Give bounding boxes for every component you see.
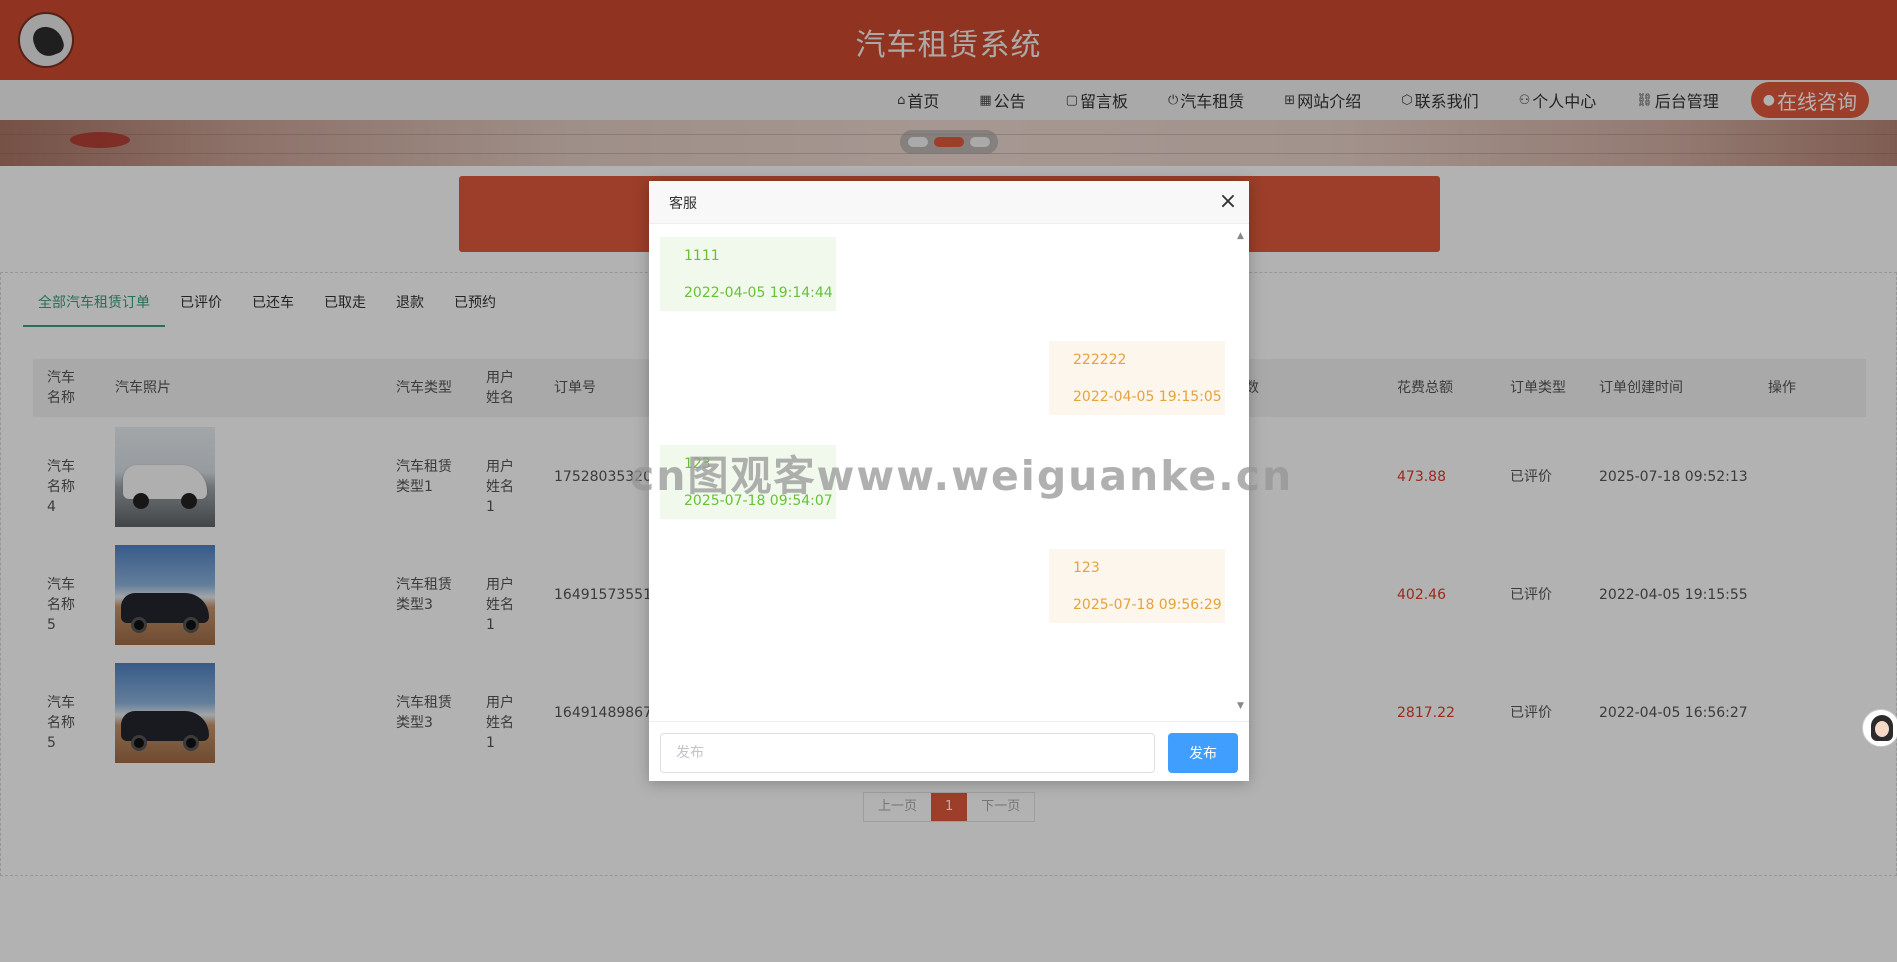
message-time: 2022-04-05 19:14:44 <box>684 285 833 301</box>
chat-message-staff: 123 2025-07-18 09:56:29 <box>1049 549 1225 623</box>
message-time: 2025-07-18 09:54:07 <box>684 493 833 509</box>
chat-message-user: 123 2025-07-18 09:54:07 <box>660 445 836 519</box>
customer-service-dialog: 客服 × ▲ 1111 2022-04-05 19:14:44 222222 2… <box>649 181 1249 781</box>
scroll-down-arrow-icon[interactable]: ▼ <box>1237 701 1244 711</box>
message-text: 123 <box>684 456 711 472</box>
close-icon[interactable]: × <box>1215 189 1241 215</box>
message-text: 222222 <box>1073 352 1127 368</box>
message-text: 1111 <box>684 248 720 264</box>
chat-message-staff: 222222 2022-04-05 19:15:05 <box>1049 341 1225 415</box>
message-input[interactable] <box>660 733 1155 773</box>
dialog-title: 客服 <box>669 196 697 212</box>
chat-message-user: 1111 2022-04-05 19:14:44 <box>660 237 836 311</box>
chat-message-list[interactable]: ▲ 1111 2022-04-05 19:14:44 222222 2022-0… <box>649 225 1249 721</box>
avatar-face <box>1875 721 1889 737</box>
scroll-up-arrow-icon[interactable]: ▲ <box>1237 231 1244 241</box>
message-time: 2025-07-18 09:56:29 <box>1073 597 1222 613</box>
dialog-header: 客服 × <box>649 181 1249 224</box>
message-time: 2022-04-05 19:15:05 <box>1073 389 1222 405</box>
dialog-footer: 发布 <box>649 721 1249 781</box>
message-text: 123 <box>1073 560 1100 576</box>
send-button[interactable]: 发布 <box>1168 733 1238 773</box>
customer-service-avatar-button[interactable] <box>1862 709 1897 747</box>
